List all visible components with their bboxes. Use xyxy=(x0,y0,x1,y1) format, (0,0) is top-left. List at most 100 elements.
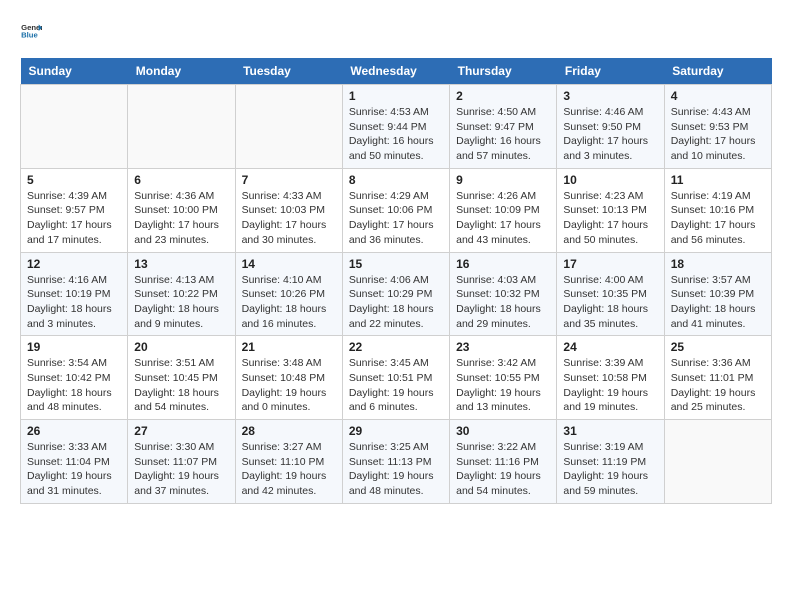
day-info: Sunrise: 4:50 AM Sunset: 9:47 PM Dayligh… xyxy=(456,105,550,164)
calendar-cell: 20 Sunrise: 3:51 AM Sunset: 10:45 PM Dayl… xyxy=(128,336,235,420)
day-info: Sunrise: 3:36 AM Sunset: 11:01 PM Daylig… xyxy=(671,356,765,415)
day-number: 6 xyxy=(134,173,228,187)
calendar-cell: 9 Sunrise: 4:26 AM Sunset: 10:09 PM Dayli… xyxy=(450,168,557,252)
day-number: 16 xyxy=(456,257,550,271)
calendar-table: SundayMondayTuesdayWednesdayThursdayFrid… xyxy=(20,58,772,504)
day-number: 28 xyxy=(242,424,336,438)
calendar-cell: 22 Sunrise: 3:45 AM Sunset: 10:51 PM Dayl… xyxy=(342,336,449,420)
day-number: 15 xyxy=(349,257,443,271)
calendar-cell: 12Sunrise: 4:16 AM Sunset: 10:19 PM Dayl… xyxy=(21,252,128,336)
calendar-cell: 13Sunrise: 4:13 AM Sunset: 10:22 PM Dayl… xyxy=(128,252,235,336)
day-info: Sunrise: 4:36 AM Sunset: 10:00 PM Daylig… xyxy=(134,189,228,248)
day-info: Sunrise: 4:46 AM Sunset: 9:50 PM Dayligh… xyxy=(563,105,657,164)
calendar-cell: 23 Sunrise: 3:42 AM Sunset: 10:55 PM Dayl… xyxy=(450,336,557,420)
calendar-week-row: 1 Sunrise: 4:53 AM Sunset: 9:44 PM Daylig… xyxy=(21,85,772,169)
calendar-cell: 17Sunrise: 4:00 AM Sunset: 10:35 PM Dayl… xyxy=(557,252,664,336)
day-info: Sunrise: 4:23 AM Sunset: 10:13 PM Daylig… xyxy=(563,189,657,248)
day-number: 11 xyxy=(671,173,765,187)
day-of-week-header: Saturday xyxy=(664,58,771,85)
logo-icon: General Blue xyxy=(20,20,42,42)
day-number: 26 xyxy=(27,424,121,438)
day-of-week-header: Sunday xyxy=(21,58,128,85)
day-number: 31 xyxy=(563,424,657,438)
day-number: 22 xyxy=(349,340,443,354)
day-number: 14 xyxy=(242,257,336,271)
day-info: Sunrise: 3:57 AM Sunset: 10:39 PM Daylig… xyxy=(671,273,765,332)
day-info: Sunrise: 3:48 AM Sunset: 10:48 PM Daylig… xyxy=(242,356,336,415)
day-number: 25 xyxy=(671,340,765,354)
day-info: Sunrise: 4:19 AM Sunset: 10:16 PM Daylig… xyxy=(671,189,765,248)
calendar-cell: 26Sunrise: 3:33 AM Sunset: 11:04 PM Dayl… xyxy=(21,420,128,504)
calendar-cell: 30 Sunrise: 3:22 AM Sunset: 11:16 PM Dayl… xyxy=(450,420,557,504)
calendar-cell: 31 Sunrise: 3:19 AM Sunset: 11:19 PM Dayl… xyxy=(557,420,664,504)
calendar-cell: 15 Sunrise: 4:06 AM Sunset: 10:29 PM Dayl… xyxy=(342,252,449,336)
calendar-cell: 10 Sunrise: 4:23 AM Sunset: 10:13 PM Dayl… xyxy=(557,168,664,252)
calendar-cell: 4Sunrise: 4:43 AM Sunset: 9:53 PM Daylig… xyxy=(664,85,771,169)
day-info: Sunrise: 4:03 AM Sunset: 10:32 PM Daylig… xyxy=(456,273,550,332)
day-of-week-header: Friday xyxy=(557,58,664,85)
day-info: Sunrise: 4:53 AM Sunset: 9:44 PM Dayligh… xyxy=(349,105,443,164)
day-number: 27 xyxy=(134,424,228,438)
day-number: 19 xyxy=(27,340,121,354)
day-number: 5 xyxy=(27,173,121,187)
day-number: 17 xyxy=(563,257,657,271)
calendar-cell: 7 Sunrise: 4:33 AM Sunset: 10:03 PM Dayli… xyxy=(235,168,342,252)
day-info: Sunrise: 3:42 AM Sunset: 10:55 PM Daylig… xyxy=(456,356,550,415)
calendar-cell: 14 Sunrise: 4:10 AM Sunset: 10:26 PM Dayl… xyxy=(235,252,342,336)
day-number: 24 xyxy=(563,340,657,354)
day-number: 9 xyxy=(456,173,550,187)
day-info: Sunrise: 3:22 AM Sunset: 11:16 PM Daylig… xyxy=(456,440,550,499)
calendar-cell: 16 Sunrise: 4:03 AM Sunset: 10:32 PM Dayl… xyxy=(450,252,557,336)
calendar-cell: 19 Sunrise: 3:54 AM Sunset: 10:42 PM Dayl… xyxy=(21,336,128,420)
calendar-cell: 27 Sunrise: 3:30 AM Sunset: 11:07 PM Dayl… xyxy=(128,420,235,504)
day-of-week-header: Tuesday xyxy=(235,58,342,85)
day-info: Sunrise: 3:25 AM Sunset: 11:13 PM Daylig… xyxy=(349,440,443,499)
day-number: 12 xyxy=(27,257,121,271)
day-info: Sunrise: 3:39 AM Sunset: 10:58 PM Daylig… xyxy=(563,356,657,415)
calendar-cell: 25 Sunrise: 3:36 AM Sunset: 11:01 PM Dayl… xyxy=(664,336,771,420)
calendar-week-row: 19 Sunrise: 3:54 AM Sunset: 10:42 PM Dayl… xyxy=(21,336,772,420)
day-info: Sunrise: 3:54 AM Sunset: 10:42 PM Daylig… xyxy=(27,356,121,415)
page-header: General Blue xyxy=(20,20,772,42)
calendar-cell: 5 Sunrise: 4:39 AM Sunset: 9:57 PM Daylig… xyxy=(21,168,128,252)
calendar-cell xyxy=(21,85,128,169)
day-number: 3 xyxy=(563,89,657,103)
day-number: 1 xyxy=(349,89,443,103)
calendar-cell: 6 Sunrise: 4:36 AM Sunset: 10:00 PM Dayli… xyxy=(128,168,235,252)
day-info: Sunrise: 4:39 AM Sunset: 9:57 PM Dayligh… xyxy=(27,189,121,248)
day-number: 23 xyxy=(456,340,550,354)
day-number: 20 xyxy=(134,340,228,354)
calendar-cell: 2Sunrise: 4:50 AM Sunset: 9:47 PM Daylig… xyxy=(450,85,557,169)
day-of-week-header: Wednesday xyxy=(342,58,449,85)
calendar-cell: 8 Sunrise: 4:29 AM Sunset: 10:06 PM Dayli… xyxy=(342,168,449,252)
day-info: Sunrise: 3:30 AM Sunset: 11:07 PM Daylig… xyxy=(134,440,228,499)
day-number: 4 xyxy=(671,89,765,103)
calendar-week-row: 12Sunrise: 4:16 AM Sunset: 10:19 PM Dayl… xyxy=(21,252,772,336)
calendar-cell: 1 Sunrise: 4:53 AM Sunset: 9:44 PM Daylig… xyxy=(342,85,449,169)
day-info: Sunrise: 4:10 AM Sunset: 10:26 PM Daylig… xyxy=(242,273,336,332)
day-info: Sunrise: 3:19 AM Sunset: 11:19 PM Daylig… xyxy=(563,440,657,499)
logo: General Blue xyxy=(20,20,42,42)
day-info: Sunrise: 4:06 AM Sunset: 10:29 PM Daylig… xyxy=(349,273,443,332)
day-number: 10 xyxy=(563,173,657,187)
day-info: Sunrise: 3:51 AM Sunset: 10:45 PM Daylig… xyxy=(134,356,228,415)
calendar-cell: 18Sunrise: 3:57 AM Sunset: 10:39 PM Dayl… xyxy=(664,252,771,336)
calendar-cell xyxy=(128,85,235,169)
day-number: 30 xyxy=(456,424,550,438)
calendar-week-row: 5 Sunrise: 4:39 AM Sunset: 9:57 PM Daylig… xyxy=(21,168,772,252)
day-info: Sunrise: 3:45 AM Sunset: 10:51 PM Daylig… xyxy=(349,356,443,415)
calendar-header-row: SundayMondayTuesdayWednesdayThursdayFrid… xyxy=(21,58,772,85)
day-info: Sunrise: 4:29 AM Sunset: 10:06 PM Daylig… xyxy=(349,189,443,248)
day-number: 8 xyxy=(349,173,443,187)
day-info: Sunrise: 4:26 AM Sunset: 10:09 PM Daylig… xyxy=(456,189,550,248)
day-number: 7 xyxy=(242,173,336,187)
day-number: 21 xyxy=(242,340,336,354)
day-of-week-header: Monday xyxy=(128,58,235,85)
svg-text:Blue: Blue xyxy=(21,31,38,40)
day-info: Sunrise: 4:13 AM Sunset: 10:22 PM Daylig… xyxy=(134,273,228,332)
calendar-cell: 21 Sunrise: 3:48 AM Sunset: 10:48 PM Dayl… xyxy=(235,336,342,420)
day-info: Sunrise: 4:33 AM Sunset: 10:03 PM Daylig… xyxy=(242,189,336,248)
calendar-cell: 24 Sunrise: 3:39 AM Sunset: 10:58 PM Dayl… xyxy=(557,336,664,420)
calendar-cell: 29 Sunrise: 3:25 AM Sunset: 11:13 PM Dayl… xyxy=(342,420,449,504)
day-number: 29 xyxy=(349,424,443,438)
